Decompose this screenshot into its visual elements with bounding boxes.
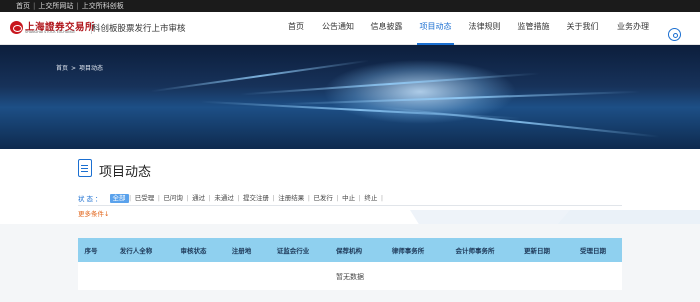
banner-light-streak: [280, 90, 640, 106]
banner-light-streak: [380, 106, 660, 138]
filter-chip-inquired[interactable]: 已问询: [160, 194, 186, 203]
nav-item-services[interactable]: 业务办理: [607, 12, 659, 45]
table-body: 暂无数据: [78, 262, 622, 290]
site-title: 科创板股票发行上市审核: [91, 22, 186, 34]
filter-divider: [78, 205, 622, 206]
column-header-csrc-industry[interactable]: 证监会行业: [264, 245, 322, 255]
nav-item-supervision[interactable]: 监管措施: [509, 12, 558, 45]
column-header-accounting-firm[interactable]: 会计师事务所: [440, 245, 510, 255]
filter-chip-issued[interactable]: 已发行: [310, 194, 336, 203]
empty-state-text: 暂无数据: [336, 273, 364, 281]
top-utility-bar: 首页 | 上交所网站 | 上交所科创板: [0, 0, 700, 12]
column-header-update-date[interactable]: 更新日期: [510, 245, 564, 255]
page-title: 项目动态: [99, 165, 152, 180]
nav-item-home[interactable]: 首页: [278, 12, 314, 45]
breadcrumb: 首页 > 项目动态: [56, 63, 103, 72]
topbar-separator: |: [76, 2, 79, 10]
hero-banner: 首页 > 项目动态: [0, 45, 700, 149]
column-header-registration-place[interactable]: 注册地: [219, 245, 264, 255]
status-filter-bar: 状态： 全部 | 已受理 | 已问询 | 通过 | 未通过 | 提交注册 | 注册结果 | 已…: [78, 193, 384, 203]
column-header-law-firm[interactable]: 律师事务所: [376, 245, 440, 255]
sse-logo[interactable]: 上海證券交易所 SHANGHAI STOCK EXCHANGE: [10, 19, 95, 38]
topbar-separator: |: [33, 2, 36, 10]
main-nav: 首页 公告通知 信息披露 项目动态 法律规则 监管措施 关于我们 业务办理: [278, 12, 659, 45]
nav-item-project-status[interactable]: 项目动态: [411, 12, 460, 45]
topbar-link-sse-site[interactable]: 上交所网站: [38, 0, 73, 12]
nav-item-announcements[interactable]: 公告通知: [314, 12, 362, 45]
filter-chip-submitted-registration[interactable]: 提交注册: [240, 194, 272, 203]
column-header-review-status[interactable]: 审核状态: [168, 245, 219, 255]
topbar-link-star-market[interactable]: 上交所科创板: [82, 0, 124, 12]
filter-chip-suspended[interactable]: 中止: [339, 194, 358, 203]
more-conditions-link[interactable]: 更多条件↓: [78, 208, 109, 218]
status-filter-label: 状态：: [78, 195, 104, 203]
nav-item-disclosure[interactable]: 信息披露: [362, 12, 411, 45]
document-icon: [78, 159, 92, 177]
filter-chip-registration-result[interactable]: 注册结果: [275, 194, 307, 203]
column-header-index[interactable]: 序号: [78, 245, 104, 255]
breadcrumb-current: 项目动态: [79, 65, 104, 72]
breadcrumb-separator: >: [71, 65, 77, 72]
arrow-down-icon: ↓: [104, 210, 110, 218]
filter-separator: |: [380, 194, 384, 202]
column-header-sponsor[interactable]: 保荐机构: [322, 245, 376, 255]
results-table-area: 序号 发行人全称 审核状态 注册地 证监会行业 保荐机构 律师事务所 会计师事务…: [0, 224, 700, 302]
logo-english-name: SHANGHAI STOCK EXCHANGE: [25, 30, 76, 34]
filter-chip-terminated[interactable]: 终止: [361, 194, 380, 203]
banner-light-streak: [240, 72, 540, 96]
filter-chip-rejected[interactable]: 未通过: [211, 194, 237, 203]
filter-chip-approved[interactable]: 通过: [189, 194, 208, 203]
table-header-row: 序号 发行人全称 审核状态 注册地 证监会行业 保荐机构 律师事务所 会计师事务…: [78, 238, 622, 262]
filter-chip-all[interactable]: 全部: [109, 193, 129, 203]
search-icon[interactable]: [668, 28, 681, 41]
site-header: 上海證券交易所 SHANGHAI STOCK EXCHANGE 科创板股票发行上…: [0, 12, 700, 45]
column-header-issuer[interactable]: 发行人全称: [104, 245, 168, 255]
breadcrumb-home[interactable]: 首页: [56, 65, 68, 72]
topbar-link-home[interactable]: 首页: [16, 0, 30, 12]
sse-emblem-icon: [10, 21, 23, 34]
nav-item-about-us[interactable]: 关于我们: [558, 12, 607, 45]
filter-chip-accepted[interactable]: 已受理: [132, 194, 158, 203]
nav-item-rules[interactable]: 法律规则: [460, 12, 509, 45]
main-content: 项目动态 状态： 全部 | 已受理 | 已问询 | 通过 | 未通过 | 提交注册 | 注册…: [0, 149, 700, 302]
column-header-accept-date[interactable]: 受理日期: [564, 245, 622, 255]
more-conditions-label: 更多条件: [78, 210, 104, 218]
